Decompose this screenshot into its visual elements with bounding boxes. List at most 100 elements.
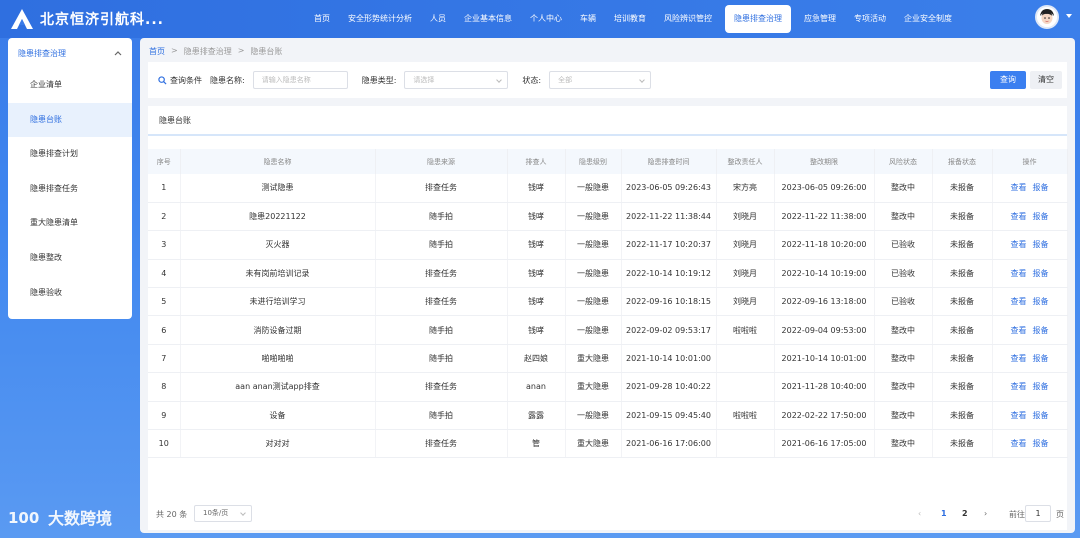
goto-page-input[interactable]: 1 <box>1025 505 1051 522</box>
breadcrumb-home[interactable]: 首页 <box>149 46 165 57</box>
table-cell: 2022-11-22 11:38:00 <box>774 202 875 232</box>
nav-item[interactable]: 应急管理 <box>795 5 845 33</box>
report-link[interactable]: 报备 <box>1033 269 1049 278</box>
table-cell: anan <box>507 372 566 402</box>
table-cell: 随手拍 <box>375 344 508 374</box>
nav-item[interactable]: 安全形势统计分析 <box>339 5 421 33</box>
table-cell: 灭火器 <box>180 230 376 260</box>
logo[interactable]: 北京恒济引航科... <box>0 8 300 30</box>
table-cell: 一般隐患 <box>565 202 622 232</box>
nav-item[interactable]: 隐患排查治理 <box>725 5 791 33</box>
sidebar-item[interactable]: 隐患排查任务 <box>8 172 132 207</box>
view-link[interactable]: 查看 <box>1011 439 1027 448</box>
nav-item[interactable]: 车辆 <box>571 5 605 33</box>
hazard-name-input[interactable]: 请输入隐患名称 <box>252 71 348 89</box>
sidebar-item[interactable]: 重大隐患清单 <box>8 206 132 241</box>
report-link[interactable]: 报备 <box>1033 326 1049 335</box>
view-link[interactable]: 查看 <box>1011 382 1027 391</box>
avatar[interactable] <box>1035 5 1059 29</box>
page-size-select[interactable]: 10条/页 <box>194 505 252 522</box>
table-cell: 2023-06-05 09:26:00 <box>774 174 875 203</box>
report-link[interactable]: 报备 <box>1033 212 1049 221</box>
report-link[interactable]: 报备 <box>1033 354 1049 363</box>
view-link[interactable]: 查看 <box>1011 411 1027 420</box>
table-cell: 整改中 <box>874 372 933 402</box>
sidebar-menu: 企业清单 隐患台账 隐患排查计划 隐患排查任务 重大隐患清单 隐患整改 隐患验收 <box>8 68 132 310</box>
nav-item[interactable]: 风险辨识管控 <box>655 5 721 33</box>
nav-item[interactable]: 企业基本信息 <box>455 5 521 33</box>
table-cell: 一般隐患 <box>565 401 622 431</box>
table-cell: 排查任务 <box>375 287 508 317</box>
view-link[interactable]: 查看 <box>1011 212 1027 221</box>
nav-item[interactable]: 专项活动 <box>845 5 895 33</box>
table-cell <box>716 344 775 374</box>
query-button[interactable]: 查询 <box>990 71 1026 89</box>
status-value: 全部 <box>558 76 573 84</box>
table-cell: 已验收 <box>874 287 933 317</box>
breadcrumb-separator: > <box>237 46 245 55</box>
page-size-value: 10条/页 <box>203 509 229 517</box>
report-link[interactable]: 报备 <box>1033 297 1049 306</box>
sidebar-item[interactable]: 隐患验收 <box>8 276 132 311</box>
status-select[interactable]: 全部 <box>549 71 652 89</box>
table-cell: 对对对 <box>180 429 376 459</box>
view-link[interactable]: 查看 <box>1011 326 1027 335</box>
page-number[interactable]: 2 <box>962 509 968 518</box>
breadcrumb-current: 隐患台账 <box>250 47 283 56</box>
table-cell: 一般隐患 <box>565 315 622 345</box>
nav-item[interactable]: 个人中心 <box>521 5 571 33</box>
chevron-down-icon <box>496 77 503 83</box>
column-header: 风险状态 <box>874 149 933 174</box>
nav-item[interactable]: 培训教育 <box>605 5 655 33</box>
hazard-type-select[interactable]: 请选择 <box>404 71 509 89</box>
sidebar-item[interactable]: 隐患台账 <box>8 102 132 138</box>
sidebar-item[interactable]: 企业清单 <box>8 68 132 103</box>
type-label: 隐患类型: <box>361 75 397 85</box>
watermark: 100 大数跨境 <box>8 505 112 529</box>
sidebar-group-header[interactable]: 隐患排查治理 <box>8 38 132 68</box>
table-cell: 管 <box>507 429 566 459</box>
breadcrumb-separator: > <box>171 46 178 55</box>
nav-item[interactable]: 企业安全制度 <box>895 5 961 33</box>
table-cell: 8 <box>148 372 181 402</box>
report-link[interactable]: 报备 <box>1033 439 1049 448</box>
table-cell: 2022-11-17 10:20:37 <box>621 230 717 260</box>
next-page-icon[interactable]: › <box>984 509 987 518</box>
view-link[interactable]: 查看 <box>1011 183 1027 192</box>
table-cell: 2022-11-18 10:20:00 <box>774 230 875 260</box>
table-cell: 钱哮 <box>507 174 566 203</box>
view-link[interactable]: 查看 <box>1011 297 1027 306</box>
table-row: 1 测试隐患 排查任务 钱哮 一般隐患 2023-06-05 09:26:43 宋方亮 202… <box>148 174 1068 203</box>
page-number[interactable]: 1 <box>941 509 947 518</box>
table-cell: 整改中 <box>874 202 933 232</box>
table-cell: 一般隐患 <box>565 174 622 203</box>
view-link[interactable]: 查看 <box>1011 240 1027 249</box>
report-link[interactable]: 报备 <box>1033 240 1049 249</box>
table-cell: 2022-11-22 11:38:44 <box>621 202 717 232</box>
table-cell: 已验收 <box>874 259 933 289</box>
sidebar-item[interactable]: 隐患排查计划 <box>8 137 132 172</box>
actions-cell: 查看 报备 <box>992 174 1068 203</box>
table-cell: 未进行培训学习 <box>180 287 376 317</box>
table-cell: 一般隐患 <box>565 259 622 289</box>
table-cell: 露露 <box>507 401 566 431</box>
view-link[interactable]: 查看 <box>1011 354 1027 363</box>
sidebar-item[interactable]: 隐患整改 <box>8 241 132 276</box>
report-link[interactable]: 报备 <box>1033 382 1049 391</box>
nav-item[interactable]: 人员 <box>421 5 455 33</box>
clear-button[interactable]: 清空 <box>1030 71 1062 89</box>
top-header: 北京恒济引航科... 首页 安全形势统计分析 人员 企业基本信息 个人中心 车辆 培训教育风… <box>0 0 1080 38</box>
nav-item[interactable]: 首页 <box>305 5 339 33</box>
prev-page-icon[interactable]: ‹ <box>918 509 921 518</box>
app-title: 北京恒济引航科... <box>40 12 164 28</box>
view-link[interactable]: 查看 <box>1011 269 1027 278</box>
user-menu-chevron-icon[interactable] <box>1066 14 1072 18</box>
chevron-down-icon <box>240 510 246 516</box>
breadcrumb-item[interactable]: 隐患排查治理 <box>184 46 232 57</box>
actions-cell: 查看 报备 <box>992 315 1068 345</box>
table-cell: 一般隐患 <box>565 287 622 317</box>
table-cell: 2021-06-16 17:05:00 <box>774 429 875 459</box>
report-link[interactable]: 报备 <box>1033 183 1049 192</box>
table-cell: 刘晓月 <box>716 259 775 289</box>
report-link[interactable]: 报备 <box>1033 411 1049 420</box>
